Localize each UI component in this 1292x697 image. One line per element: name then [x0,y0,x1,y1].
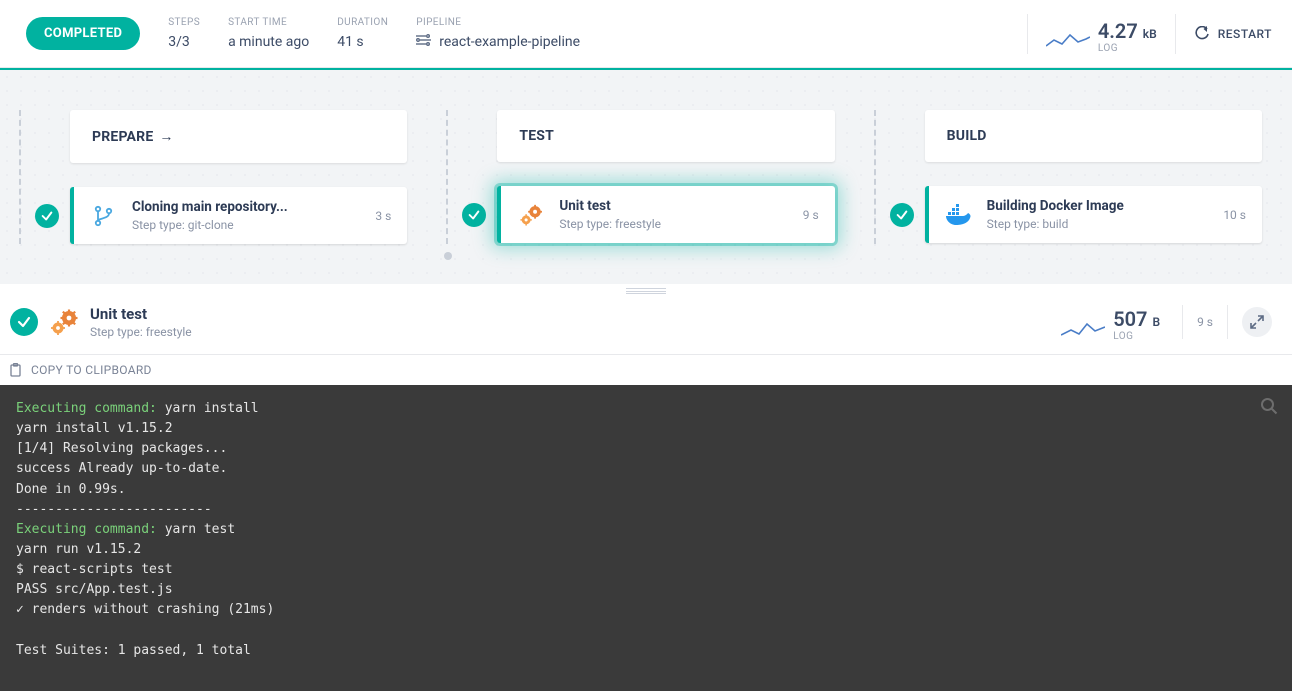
git-branch-icon [90,202,118,230]
clipboard-icon [10,363,23,377]
detail-title: Unit test [90,305,192,323]
step-duration: 3 s [375,209,391,223]
duration-stat: DURATION 41 s [337,17,388,50]
run-header: COMPLETED STEPS 3/3 START TIME a minute … [0,0,1292,68]
duration-label: DURATION [337,17,388,28]
steps-label: STEPS [168,17,200,28]
detail-time: 9 s [1197,315,1213,329]
stage-column: BUILD Building Docker Image Step type: bui… [885,110,1262,244]
step-row: Cloning main repository... Step type: git… [30,187,407,244]
terminal-line: Executing command: yarn test [16,520,1276,540]
sparkline-icon [1046,32,1090,54]
start-time-value: a minute ago [228,34,309,50]
terminal-line: PASS src/App.test.js [16,580,1276,600]
start-time-label: START TIME [228,17,309,28]
detail-log-value: 507 [1113,307,1147,331]
stage-strip: PREPARE→ Cloning main repository... Step t… [0,68,1292,284]
success-check-icon [35,204,59,228]
stage-header[interactable]: BUILD [925,110,1262,162]
step-card[interactable]: Cloning main repository... Step type: git… [70,187,407,244]
step-subtitle: Step type: git-clone [132,218,361,232]
terminal-output[interactable]: Executing command: yarn installyarn inst… [0,385,1292,691]
stage-header[interactable]: PREPARE→ [70,110,407,163]
detail-subtitle: Step type: freestyle [90,325,192,339]
step-duration: 10 s [1223,208,1246,222]
detail-log-stat[interactable]: 507 B LOG [1053,302,1168,342]
terminal-line: [1/4] Resolving packages... [16,439,1276,459]
step-subtitle: Step type: build [987,217,1210,231]
terminal-line: Executing command: yarn install [16,399,1276,419]
terminal-line: ------------------------- [16,500,1276,520]
duration-value: 41 s [337,34,388,50]
detail-log-unit: B [1152,315,1160,329]
stage-column: PREPARE→ Cloning main repository... Step t… [30,110,407,244]
pipeline-icon [416,34,431,50]
terminal-line: ✓ renders without crashing (21ms) [16,600,1276,620]
step-row: Building Docker Image Step type: build 10 … [885,186,1262,243]
start-time-stat: START TIME a minute ago [228,17,309,50]
docker-icon [945,201,973,229]
log-stat[interactable]: 4.27 kB LOG [1027,14,1175,54]
step-row: Unit test Step type: freestyle 9 s [457,186,834,243]
detail-success-icon [10,308,38,336]
step-title: Building Docker Image [987,198,1210,214]
sparkline-icon [1061,320,1105,342]
restart-button[interactable]: RESTART [1175,14,1272,54]
status-badge: COMPLETED [26,17,140,50]
steps-value: 3/3 [168,34,200,50]
copy-to-clipboard-button[interactable]: COPY TO CLIPBOARD [0,355,1292,385]
search-icon[interactable] [1260,397,1278,422]
detail-log-label: LOG [1113,331,1160,342]
log-size-unit: kB [1143,27,1157,41]
step-title: Unit test [559,198,788,214]
log-label: LOG [1098,43,1157,54]
stage-column: TEST Unit test Step type: freestyle 9 s [457,110,834,244]
gears-icon [48,306,80,338]
panel-resize-handle[interactable] [0,284,1292,294]
terminal-line: success Already up-to-date. [16,459,1276,479]
step-duration: 9 s [803,208,819,222]
pipeline-value[interactable]: react-example-pipeline [439,34,580,50]
stage-header[interactable]: TEST [497,110,834,162]
pipeline-stat: PIPELINE react-example-pipeline [416,17,580,50]
copy-label: COPY TO CLIPBOARD [31,363,152,377]
success-check-icon [462,203,486,227]
step-subtitle: Step type: freestyle [559,217,788,231]
steps-stat: STEPS 3/3 [168,17,200,50]
terminal-line: Done in 0.99s. [16,480,1276,500]
terminal-line: $ react-scripts test [16,560,1276,580]
detail-header: Unit test Step type: freestyle 507 B LOG… [0,294,1292,355]
expand-button[interactable] [1242,307,1272,337]
step-card[interactable]: Unit test Step type: freestyle 9 s [497,186,834,243]
pipeline-label: PIPELINE [416,17,580,28]
success-check-icon [890,203,914,227]
restart-icon [1194,26,1210,42]
gears-icon [517,201,545,229]
terminal-line [16,621,1276,641]
terminal-line: yarn install v1.15.2 [16,419,1276,439]
terminal-line: yarn run v1.15.2 [16,540,1276,560]
arrow-right-icon: → [159,129,173,145]
expand-icon [1250,315,1264,329]
step-title: Cloning main repository... [132,199,361,215]
step-card[interactable]: Building Docker Image Step type: build 10 … [925,186,1262,243]
terminal-line: Test Suites: 1 passed, 1 total [16,641,1276,661]
restart-label: RESTART [1218,27,1272,41]
log-size-value: 4.27 [1098,19,1138,43]
